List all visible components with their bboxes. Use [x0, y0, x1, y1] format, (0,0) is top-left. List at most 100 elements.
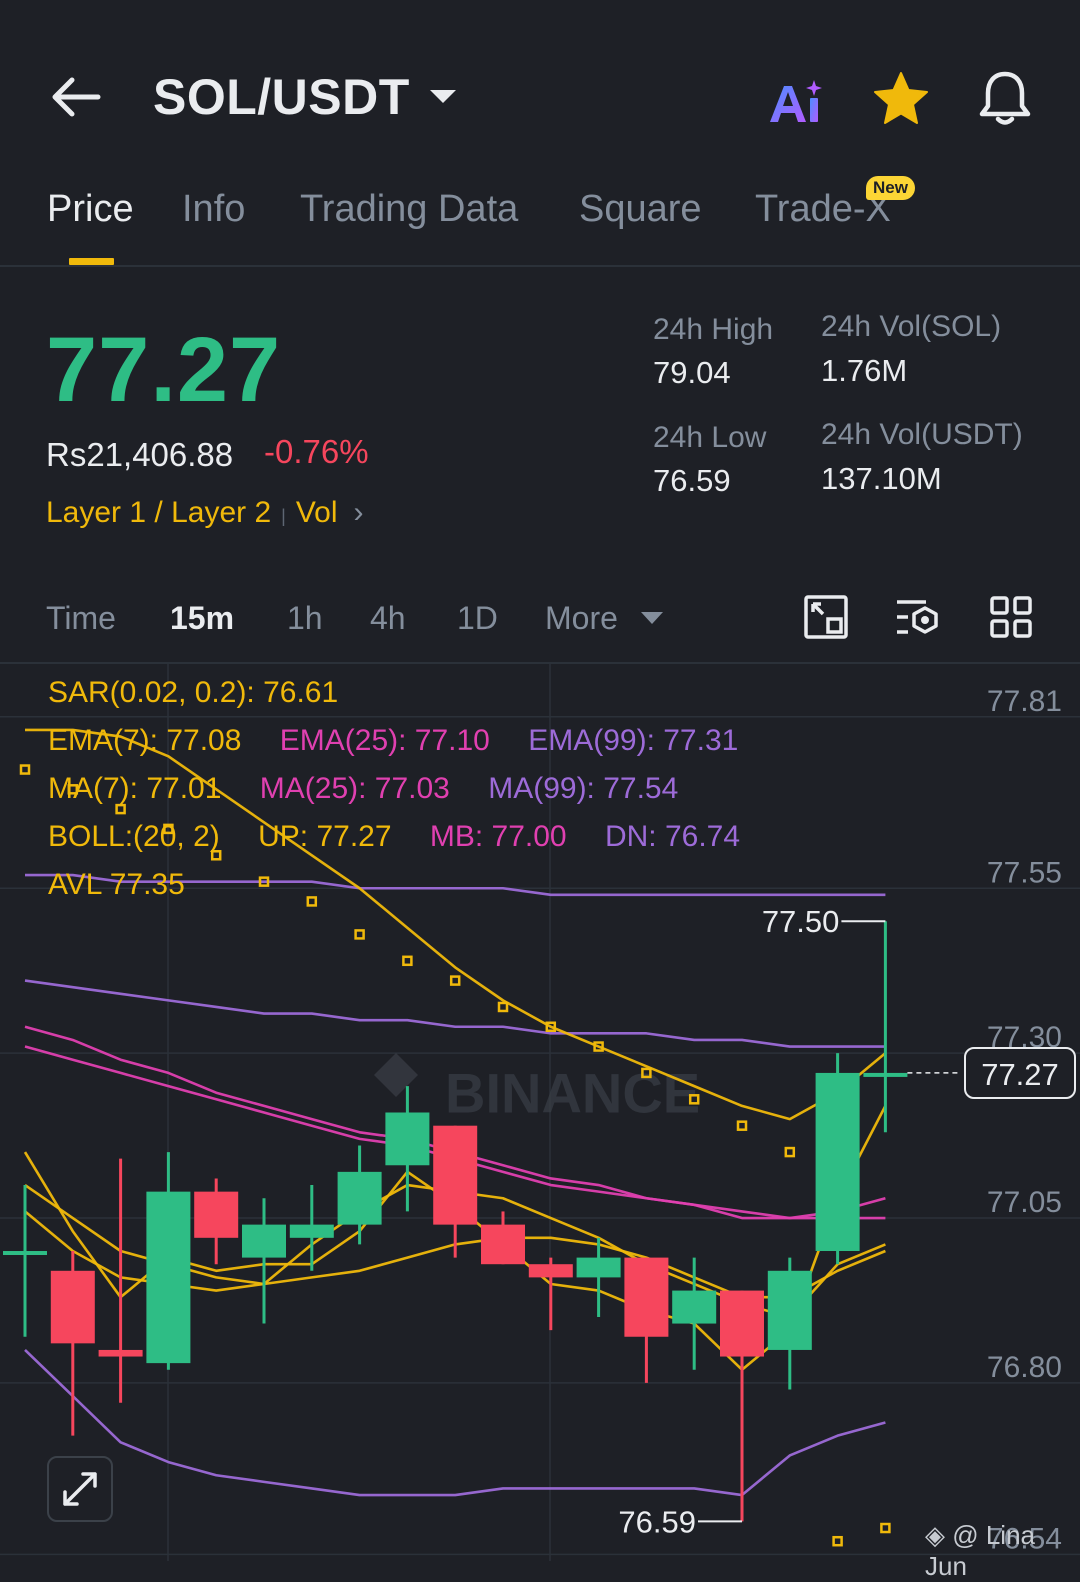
new-badge: New [866, 176, 915, 200]
sar-dot-2 [115, 803, 126, 815]
candle-body-8 [385, 1112, 430, 1166]
header-bar: SOL/USDT [0, 0, 1080, 170]
candle-body-11 [528, 1264, 573, 1278]
ema7-value: EMA(7): 77.08 [48, 724, 242, 757]
boll-up-value: UP: 77.27 [258, 820, 392, 853]
pair-dropdown-caret-icon[interactable] [430, 90, 456, 103]
indicator-settings-icon[interactable] [894, 594, 940, 640]
sar-value: SAR(0.02, 0.2): 76.61 [48, 676, 339, 709]
pair-title[interactable]: SOL/USDT [153, 68, 410, 126]
sar-dot-9 [449, 975, 461, 986]
avl-legend: AVL 77.35 [48, 868, 215, 902]
sar-legend: SAR(0.02, 0.2): 76.61 [48, 676, 368, 710]
chevron-right-icon[interactable]: › [354, 496, 364, 529]
author-credit: ◈ @ Lina Jun [925, 1520, 1080, 1582]
ema25-value: EMA(25): 77.10 [279, 724, 490, 757]
tag-separator: | [281, 506, 286, 526]
candle-body-2 [98, 1349, 143, 1357]
ma99-value: MA(99): 77.54 [488, 772, 679, 805]
candle-body-12 [576, 1257, 621, 1278]
series-line-1 [24, 979, 886, 1048]
ai-assistant-icon[interactable] [766, 78, 826, 139]
y-tick-label: 77.81 [987, 685, 1062, 718]
sar-dot-10 [497, 1001, 509, 1013]
candle-body-1 [50, 1270, 95, 1344]
tabs-divider [0, 265, 1080, 267]
vol-usdt-value: 137.10M [821, 461, 942, 496]
tag-vol[interactable]: Vol [296, 496, 338, 529]
candle-body-6 [289, 1224, 334, 1238]
tab-price[interactable]: Price [47, 188, 134, 231]
ma7-value: MA(7): 77.01 [48, 772, 222, 805]
timeframe-more[interactable]: More [545, 600, 618, 637]
boll-legend: BOLL:(20, 2) UP: 77.27 MB: 77.00 DN: 76.… [48, 820, 770, 854]
fullscreen-chart-icon[interactable] [803, 594, 849, 640]
fiat-price: Rs21,406.88 [46, 436, 234, 473]
low-value: 76.59 [653, 463, 731, 498]
low-marker-label: 76.59 [618, 1504, 696, 1539]
high-marker-label: 77.50 [762, 904, 840, 939]
y-tick-label: 77.55 [987, 856, 1062, 889]
sar-dot-16 [784, 1146, 796, 1158]
price-change-percent: -0.76% [264, 433, 369, 470]
back-arrow-icon[interactable] [48, 72, 104, 122]
grid-layout-icon[interactable] [988, 594, 1034, 640]
candle-body-13 [624, 1257, 669, 1337]
favorite-star-icon[interactable] [872, 70, 930, 128]
boll-dn-value: DN: 76.74 [604, 820, 741, 853]
candle-body-5 [242, 1224, 286, 1258]
sar-dot-18 [880, 1522, 891, 1534]
active-tab-indicator [69, 258, 114, 265]
y-tick-label: 76.80 [987, 1351, 1062, 1384]
timeframe-4h[interactable]: 4h [370, 600, 406, 637]
candle-body-10 [481, 1224, 525, 1265]
candle-body-3 [146, 1191, 191, 1364]
high-label: 24h High [653, 313, 774, 346]
sar-dot-6 [306, 896, 318, 907]
avl-value: AVL 77.35 [48, 868, 185, 901]
sar-dot-8 [402, 955, 413, 967]
ema-legend: EMA(7): 77.08 EMA(25): 77.10 EMA(99): 77… [48, 724, 768, 758]
candle-body-16 [767, 1270, 812, 1350]
timeframe-1d[interactable]: 1D [457, 600, 498, 637]
sar-dot-0 [19, 764, 31, 775]
tag-layer[interactable]: Layer 1 / Layer 2 [46, 496, 271, 529]
candle-body-18 [863, 1072, 908, 1077]
ma-legend: MA(7): 77.01 MA(25): 77.03 MA(99): 77.54 [48, 772, 708, 806]
timeframe-time[interactable]: Time [46, 600, 116, 637]
sar-dot-7 [354, 929, 365, 940]
expand-chart-button[interactable] [47, 1456, 113, 1522]
sar-dot-15 [736, 1120, 748, 1131]
expand-arrows-icon [63, 1472, 97, 1506]
notification-bell-icon[interactable] [976, 68, 1034, 128]
candle-body-4 [194, 1191, 239, 1238]
boll-mb-value: MB: 77.00 [429, 820, 567, 853]
tab-info[interactable]: Info [182, 188, 245, 231]
category-tags[interactable]: Layer 1 / Layer 2 | Vol › [46, 496, 364, 530]
candle-body-9 [433, 1125, 478, 1225]
vol-sol-label: 24h Vol(SOL) [821, 310, 1002, 343]
tab-square[interactable]: Square [579, 188, 702, 231]
y-axis-ticks: 77.8177.5577.3077.0576.8076.54 [987, 685, 1062, 1556]
last-price: 77.27 [46, 319, 282, 421]
series-line-7 [24, 1349, 886, 1497]
y-tick-label: 77.05 [987, 1186, 1062, 1219]
candle-body-15 [720, 1290, 764, 1357]
more-dropdown-caret-icon[interactable] [641, 612, 663, 624]
timeframe-1h[interactable]: 1h [287, 600, 323, 637]
sar-dot-17 [832, 1535, 843, 1547]
vol-usdt-label: 24h Vol(USDT) [821, 418, 1023, 451]
candle-body-14 [672, 1290, 717, 1324]
high-value: 79.04 [653, 355, 731, 390]
price-markers: 77.50 76.59 [618, 904, 960, 1539]
timeframe-15m[interactable]: 15m [170, 600, 234, 637]
candlesticks [3, 921, 908, 1522]
low-label: 24h Low [653, 421, 767, 454]
tab-trading-data[interactable]: Trading Data [300, 188, 518, 231]
watermark-logo-icon [374, 1053, 418, 1097]
binance-logo-icon: ◈ [925, 1520, 945, 1550]
candle-body-0 [3, 1251, 47, 1256]
watermark-text: BINANCE [445, 1062, 700, 1125]
candle-body-7 [337, 1171, 382, 1225]
boll-params: BOLL:(20, 2) [48, 820, 220, 853]
